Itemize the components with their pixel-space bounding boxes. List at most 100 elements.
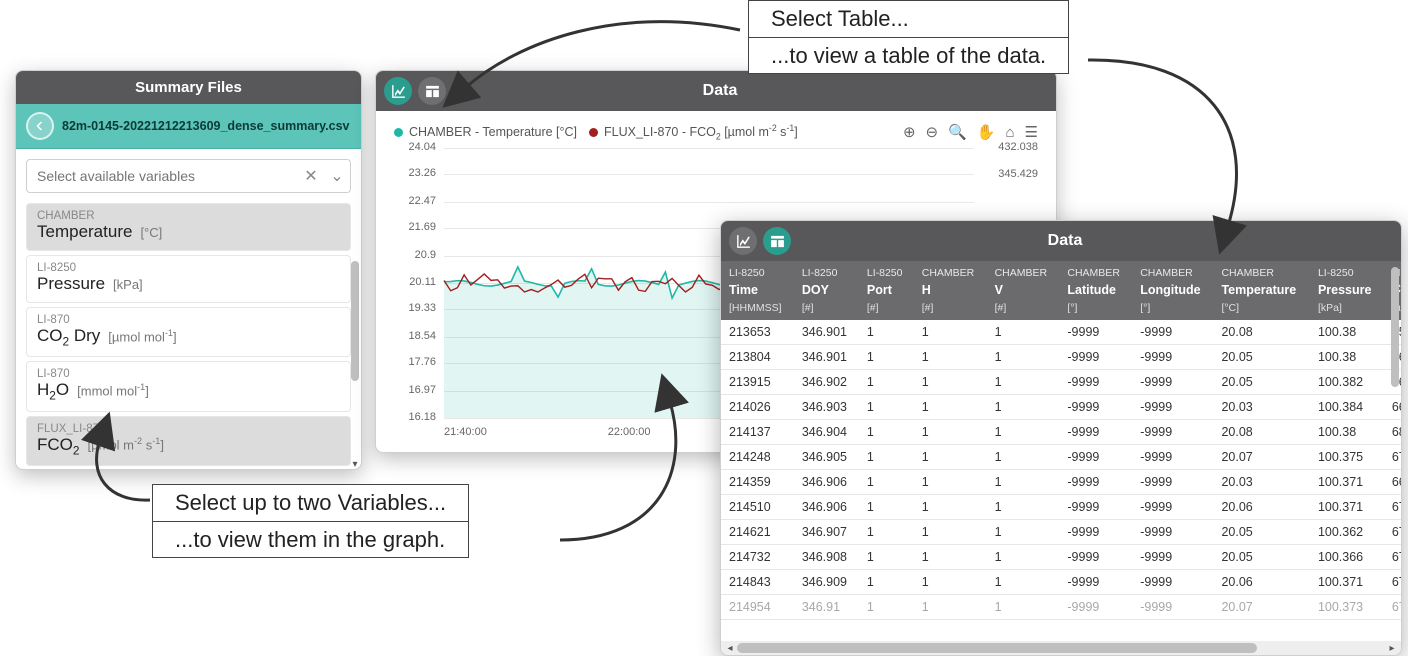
variable-name: H2O [37,380,69,402]
table-cell: -9999 [1132,494,1213,519]
zoom-in-icon[interactable]: ⊕ [903,123,916,141]
table-v-scrollbar[interactable] [1391,267,1399,627]
table-cell: 1 [987,419,1060,444]
scroll-right-icon[interactable]: ▸ [1385,641,1399,655]
table-cell: 1 [914,344,987,369]
variable-name: Pressure [37,274,105,294]
col-name[interactable]: V [987,280,1060,300]
chart-mode-button[interactable] [384,77,412,105]
table-cell: -9999 [1059,344,1132,369]
table-cell: 346.908 [794,544,859,569]
table-row[interactable]: 214510346.906111-9999-999920.06100.37167… [721,494,1401,519]
table-row[interactable]: 214954346.91111-9999-999920.07100.373677… [721,594,1401,619]
table-cell: 20.03 [1213,469,1310,494]
callout-bottom-line2: ...to view them in the graph. [153,521,468,558]
chevron-left-icon [34,120,46,132]
variable-scrollbar[interactable] [351,201,359,463]
chevron-down-icon[interactable]: ⌄ [324,166,350,186]
table-panel-header: Data [721,221,1401,261]
table-row[interactable]: 214137346.904111-9999-999920.08100.38682… [721,419,1401,444]
table-cell: 100.375 [1310,444,1384,469]
table-row[interactable]: 214359346.906111-9999-999920.03100.37166… [721,469,1401,494]
scroll-left-icon[interactable]: ◂ [723,641,737,655]
chart-icon [390,83,407,100]
table-cell: 20.07 [1213,594,1310,619]
legend-item[interactable]: FLUX_LI-870 - FCO2 [µmol m-2 s-1] [589,123,798,142]
table-cell: 100.38 [1310,419,1384,444]
table-row[interactable]: 213915346.902111-9999-999920.05100.38266… [721,369,1401,394]
col-group: LI-8250 [721,261,794,280]
pan-icon[interactable]: ✋ [977,123,996,141]
table-cell: 100.38 [1310,320,1384,345]
callout-top: Select Table... ...to view a table of th… [748,0,1069,74]
table-cell: 346.909 [794,569,859,594]
table-cell: 1 [987,444,1060,469]
variable-item[interactable]: CHAMBERTemperature[°C] [26,203,351,251]
table-cell: 1 [859,519,914,544]
file-name[interactable]: 82m-0145-20221212213609_dense_summary.cs… [62,119,350,133]
zoom-select-icon[interactable]: 🔍 [948,123,967,141]
col-name[interactable]: Time [721,280,794,300]
table-panel: Data LI-8250LI-8250LI-8250CHAMBERCHAMBER… [720,220,1402,656]
table-panel-title: Data [797,232,1393,250]
legend-item[interactable]: CHAMBER - Temperature [°C] [394,125,577,139]
menu-icon[interactable]: ☰ [1025,123,1038,141]
variable-unit: [°C] [140,225,162,240]
col-name[interactable]: Longitude [1132,280,1213,300]
x-tick: 22:00:00 [608,426,651,438]
table-mode-button[interactable] [763,227,791,255]
col-name[interactable]: Pressure [1310,280,1384,300]
table-cell: 1 [987,469,1060,494]
table-mode-button[interactable] [418,77,446,105]
home-icon[interactable]: ⌂ [1005,124,1014,141]
table-cell: -9999 [1132,469,1213,494]
variable-item[interactable]: FLUX_LI-870FCO2[µmol m-2 s-1] [26,416,351,466]
table-cell: 20.08 [1213,419,1310,444]
variable-item[interactable]: LI-870H2O[mmol mol-1] [26,361,351,411]
col-name[interactable]: H [914,280,987,300]
summary-panel: Summary Files 82m-0145-20221212213609_de… [15,70,362,470]
chart-mode-button[interactable] [729,227,757,255]
table-row[interactable]: 214248346.905111-9999-999920.07100.37567… [721,444,1401,469]
scroll-down-icon[interactable]: ▾ [349,459,361,470]
back-button[interactable] [26,112,54,140]
variable-list: CHAMBERTemperature[°C]LI-8250Pressure[kP… [16,199,361,469]
variable-name: CO2 Dry [37,326,100,348]
col-name[interactable]: Temperature [1213,280,1310,300]
clear-icon[interactable]: ✕ [298,166,324,186]
table-cell: 214732 [721,544,794,569]
variable-group: LI-870 [37,368,340,380]
variable-search-input[interactable] [27,160,298,192]
table-row[interactable]: 214843346.909111-9999-999920.06100.37167… [721,569,1401,594]
table-cell: 1 [859,544,914,569]
table-row[interactable]: 213804346.901111-9999-999920.05100.38660… [721,344,1401,369]
table-cell: 214954 [721,594,794,619]
table-row[interactable]: 214732346.908111-9999-999920.05100.36667… [721,544,1401,569]
table-cell: 1 [987,394,1060,419]
zoom-out-icon[interactable]: ⊖ [926,123,939,141]
table-cell: 1 [914,419,987,444]
table-cell: -9999 [1132,320,1213,345]
col-name[interactable]: Latitude [1059,280,1132,300]
col-name[interactable]: Port [859,280,914,300]
table-cell: -9999 [1132,594,1213,619]
table-cell: 214510 [721,494,794,519]
table-cell: -9999 [1059,444,1132,469]
variable-search[interactable]: ✕ ⌄ [26,159,351,193]
table-cell: 346.907 [794,519,859,544]
table-cell: 100.366 [1310,544,1384,569]
table-h-scrollbar[interactable]: ◂ ▸ [721,641,1401,655]
col-unit: [kPa] [1310,300,1384,320]
table-cell: 1 [859,469,914,494]
table-row[interactable]: 213653346.901111-9999-999920.08100.38656… [721,320,1401,345]
table-cell: 20.06 [1213,494,1310,519]
table-cell: 1 [987,494,1060,519]
table-row[interactable]: 214026346.903111-9999-999920.03100.38466… [721,394,1401,419]
table-cell: 346.906 [794,469,859,494]
variable-item[interactable]: LI-8250Pressure[kPa] [26,255,351,303]
table-scroll[interactable]: LI-8250LI-8250LI-8250CHAMBERCHAMBERCHAMB… [721,261,1401,641]
col-name[interactable]: DOY [794,280,859,300]
variable-item[interactable]: LI-870CO2 Dry[µmol mol-1] [26,307,351,357]
table-row[interactable]: 214621346.907111-9999-999920.05100.36267… [721,519,1401,544]
table-cell: -9999 [1059,569,1132,594]
